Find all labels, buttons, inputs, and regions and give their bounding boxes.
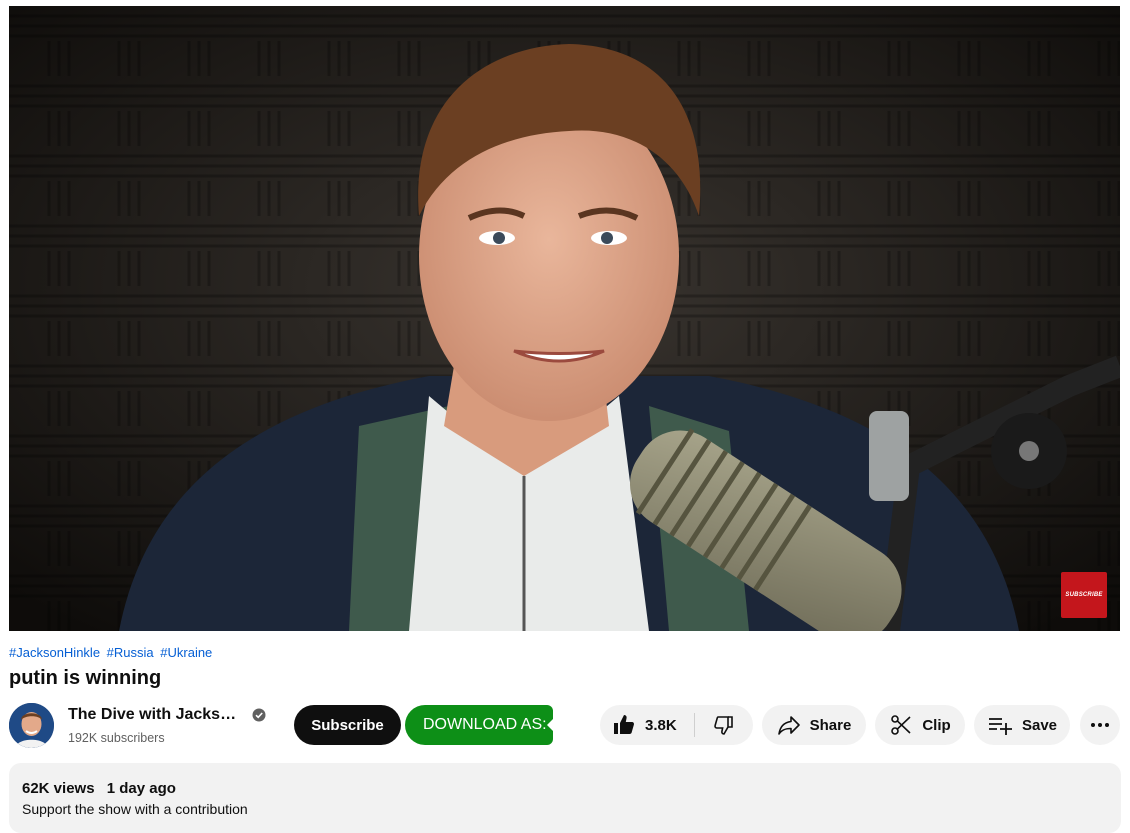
scissors-icon bbox=[889, 713, 913, 737]
dislike-button[interactable] bbox=[695, 705, 753, 745]
subscriber-count: 192K subscribers bbox=[68, 731, 165, 745]
channel-name[interactable]: The Dive with Jacks… bbox=[68, 706, 236, 724]
share-button[interactable]: Share bbox=[762, 705, 866, 745]
like-button[interactable]: 3.8K bbox=[600, 705, 694, 745]
description-text: Support the show with a contribution bbox=[22, 801, 248, 817]
subscribe-watermark[interactable]: SUBSCRIBE bbox=[1061, 572, 1107, 618]
share-icon bbox=[777, 713, 801, 737]
video-stats: 62K views 1 day ago bbox=[22, 780, 176, 797]
video-player[interactable]: SUBSCRIBE bbox=[9, 6, 1120, 631]
hashtag-link[interactable]: #Russia bbox=[107, 645, 154, 660]
more-actions-button[interactable] bbox=[1080, 705, 1120, 745]
view-count: 62K views bbox=[22, 780, 95, 797]
download-as-button[interactable]: DOWNLOAD AS: bbox=[405, 705, 553, 745]
share-label: Share bbox=[809, 716, 852, 734]
video-frame bbox=[9, 6, 1120, 631]
more-horizontal-icon bbox=[1091, 723, 1109, 727]
hashtag-link[interactable]: #JacksonHinkle bbox=[9, 645, 100, 660]
save-label: Save bbox=[1021, 716, 1058, 734]
playlist-add-icon bbox=[987, 713, 1013, 737]
like-dislike-group: 3.8K bbox=[600, 705, 753, 745]
subscribe-button[interactable]: Subscribe bbox=[294, 705, 401, 745]
clip-button[interactable]: Clip bbox=[875, 705, 965, 745]
check-circle-icon bbox=[252, 708, 266, 722]
thumbs-down-icon bbox=[714, 716, 733, 735]
upload-age: 1 day ago bbox=[106, 780, 176, 797]
hashtag-list: #JacksonHinkle #Russia #Ukraine bbox=[9, 645, 215, 660]
clip-label: Clip bbox=[922, 716, 951, 734]
download-as-label: DOWNLOAD AS: bbox=[423, 716, 547, 733]
caret-left-icon bbox=[547, 719, 553, 731]
description-box[interactable]: 62K views 1 day ago Support the show wit… bbox=[9, 763, 1121, 833]
channel-avatar[interactable] bbox=[9, 703, 54, 748]
like-count: 3.8K bbox=[645, 716, 677, 734]
save-button[interactable]: Save bbox=[974, 705, 1070, 745]
avatar-image bbox=[9, 703, 54, 748]
thumbs-up-icon bbox=[614, 715, 634, 734]
video-title: putin is winning bbox=[9, 667, 162, 689]
hashtag-link[interactable]: #Ukraine bbox=[160, 645, 212, 660]
